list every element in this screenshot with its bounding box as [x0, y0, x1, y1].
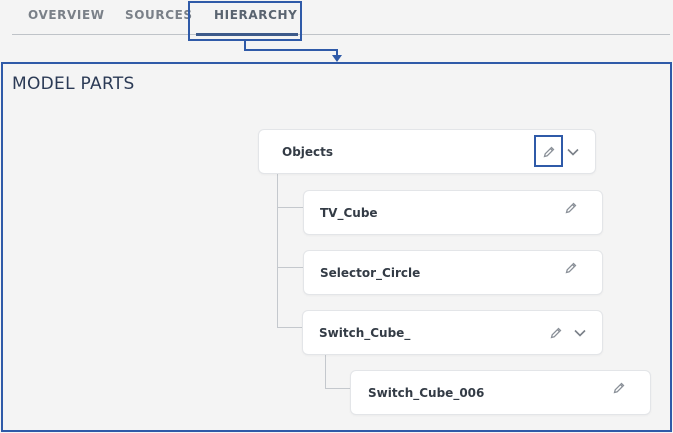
chevron-down-icon[interactable]: [566, 145, 580, 159]
tree-line: [325, 354, 326, 388]
tree-node-switch-cube-006[interactable]: Switch_Cube_006: [350, 370, 651, 415]
callout-connector: [244, 49, 338, 51]
tree-node-tv-cube[interactable]: TV_Cube: [303, 190, 603, 235]
tab-sources[interactable]: SOURCES: [125, 8, 193, 22]
chevron-down-icon[interactable]: [573, 326, 587, 340]
tab-overview[interactable]: OVERVIEW: [28, 8, 105, 22]
node-label: TV_Cube: [320, 205, 378, 220]
tree-line: [277, 207, 303, 208]
tree-line: [325, 388, 351, 389]
model-parts-panel: MODEL PARTS Objects TV_Cube Selector_Cir…: [1, 62, 672, 432]
edit-highlight-box: [534, 135, 563, 167]
node-label: Selector_Circle: [320, 265, 421, 280]
node-label: Objects: [282, 144, 334, 159]
node-label: Switch_Cube_006: [368, 385, 485, 400]
tab-highlight-box: [188, 1, 302, 41]
tab-bar: OVERVIEW SOURCES HIERARCHY: [0, 0, 673, 36]
pencil-icon[interactable]: [612, 381, 626, 395]
pencil-icon[interactable]: [564, 201, 578, 215]
pencil-icon[interactable]: [549, 326, 563, 340]
pencil-icon[interactable]: [564, 261, 578, 275]
panel-title: MODEL PARTS: [12, 74, 135, 94]
tree-line: [277, 267, 303, 268]
node-label: Switch_Cube_: [319, 325, 411, 340]
tree-node-selector-circle[interactable]: Selector_Circle: [303, 250, 603, 295]
callout-arrow-icon: [332, 55, 342, 62]
tab-divider: [12, 34, 670, 35]
tree-node-objects[interactable]: Objects: [258, 129, 596, 174]
tree-line: [277, 327, 303, 328]
tree-line: [277, 173, 278, 328]
tree-node-switch-cube[interactable]: Switch_Cube_: [302, 310, 603, 355]
